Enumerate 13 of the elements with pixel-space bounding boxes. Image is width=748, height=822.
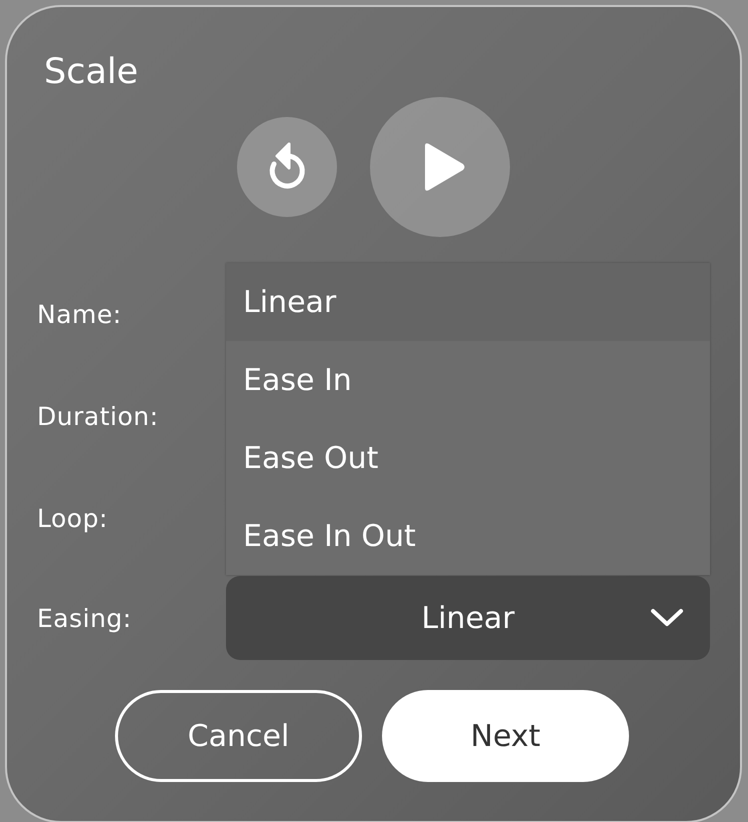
next-button[interactable]: Next: [382, 690, 629, 782]
cancel-button[interactable]: Cancel: [115, 690, 362, 782]
chevron-down-icon: [650, 608, 684, 628]
easing-dropdown[interactable]: Linear: [226, 576, 710, 660]
field-label: Duration:: [37, 402, 160, 430]
menu-option[interactable]: Ease In: [226, 341, 710, 419]
menu-option[interactable]: Linear: [226, 263, 710, 341]
dialog-title: Scale: [44, 51, 140, 94]
field-label: Easing:: [37, 604, 133, 632]
field-label: Name:: [37, 300, 123, 328]
menu-option[interactable]: Ease Out: [226, 419, 710, 497]
menu-option[interactable]: Ease In Out: [226, 497, 710, 575]
field-label: Loop:: [37, 504, 109, 532]
